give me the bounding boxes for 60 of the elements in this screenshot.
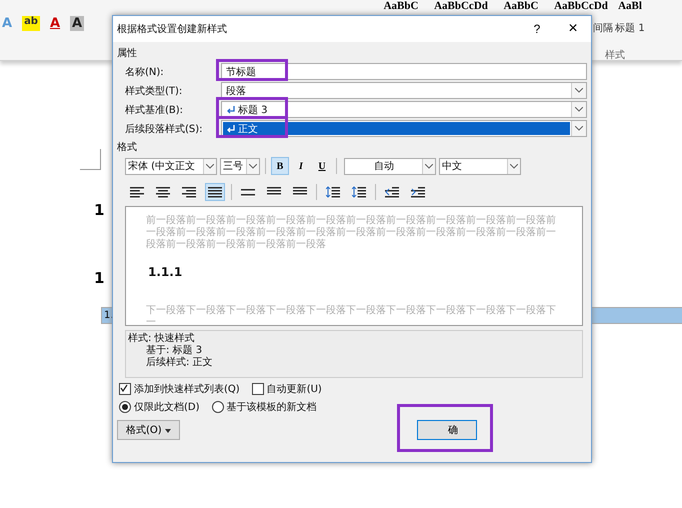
align-right-icon (182, 186, 196, 198)
description-text: 样式: 快速样式 (128, 333, 196, 344)
single-space-icon (241, 186, 255, 198)
field-label: 样式基准(B): (124, 104, 184, 116)
justify-button[interactable] (205, 183, 225, 201)
size-dropdown[interactable]: 三号 (220, 158, 260, 174)
close-button[interactable]: × (555, 19, 591, 39)
indent-decrease-icon (385, 186, 399, 198)
description-text: 后续样式: 正文 (145, 357, 214, 369)
preview-heading: 1.1.1 (148, 265, 184, 279)
previous-paragraph-text: 前一段落前一段落前一段落前一段落前一段落前一段落前一段落前一段落前一段落前一段落前一段落前一段落前一段落前一段落前一段落前一段落前一段落前一段落前一段落前一段落前一段落前一段落前一段落前一段落前一段落 (146, 215, 557, 251)
section-label: 格式 (117, 140, 138, 154)
font-tool-icon[interactable]: A (70, 16, 84, 31)
dialog-title: 根据格式设置创建新样式 (117, 22, 228, 36)
font-style-button[interactable]: U (313, 157, 331, 175)
style-preview[interactable]: AaBbC (384, 0, 418, 13)
style-preview[interactable]: AaBl (618, 0, 642, 13)
space-before-icon (326, 186, 340, 198)
heading-text: 1 (94, 201, 104, 219)
indent-increase-icon (411, 186, 425, 198)
ok-button[interactable]: 确 (417, 420, 477, 440)
color-dropdown[interactable]: 自动 (344, 158, 436, 174)
field-label: 样式类型(T): (124, 84, 184, 98)
field-label: 后续段落样式(S): (124, 122, 204, 136)
radio-button[interactable] (119, 401, 131, 413)
space-after-icon (352, 186, 366, 198)
justify-icon (208, 186, 222, 198)
group-label: 样式 (605, 48, 625, 62)
page-corner-mark (80, 149, 101, 170)
help-button[interactable]: ? (519, 21, 555, 37)
font-tool-icon[interactable]: ab (22, 16, 40, 31)
section-label: 属性 (117, 46, 138, 60)
font-style-button[interactable]: I (292, 157, 310, 175)
next-paragraph-text: 下一段落下一段落下一段落下一段落下一段落下一段落下一段落下一段落下一段落下一段落下一 (146, 305, 557, 325)
style-label: 标题 1 (615, 22, 645, 35)
font-dropdown[interactable]: 宋体 (中文正文 (125, 158, 217, 174)
checkbox[interactable] (119, 383, 131, 395)
align-left-icon (130, 186, 144, 198)
heading-text: 1 (94, 269, 104, 287)
language-dropdown[interactable]: 中文 (439, 158, 521, 174)
style-dropdown[interactable]: 段落 (221, 82, 587, 99)
field-label: 名称(N): (124, 66, 165, 78)
font-tool-icon[interactable]: A (48, 16, 62, 31)
paragraph-style-icon (226, 106, 235, 114)
format-menu-button[interactable]: 格式(O) (117, 420, 180, 440)
radio-label: 仅限此文档(D) (134, 400, 200, 414)
description-text: 基于: 标题 3 (145, 345, 204, 356)
checkbox[interactable] (252, 383, 264, 395)
style-preview[interactable]: AaBbCcDd (554, 0, 608, 13)
align-center-icon (156, 186, 170, 198)
caret-icon (164, 429, 171, 433)
style-label: 间隔 (593, 22, 613, 35)
style-preview[interactable]: AaBbCcDd (434, 0, 488, 13)
paragraph-style-icon (226, 124, 235, 132)
radio-label: 基于该模板的新文档 (226, 400, 317, 414)
checkbox-label: 添加到快速样式列表(Q) (134, 382, 240, 396)
font-style-button[interactable]: B (271, 157, 289, 175)
radio-button[interactable] (212, 401, 224, 413)
style-preview[interactable]: AaBbC (504, 0, 538, 13)
checkbox-label: 自动更新(U) (266, 382, 322, 396)
